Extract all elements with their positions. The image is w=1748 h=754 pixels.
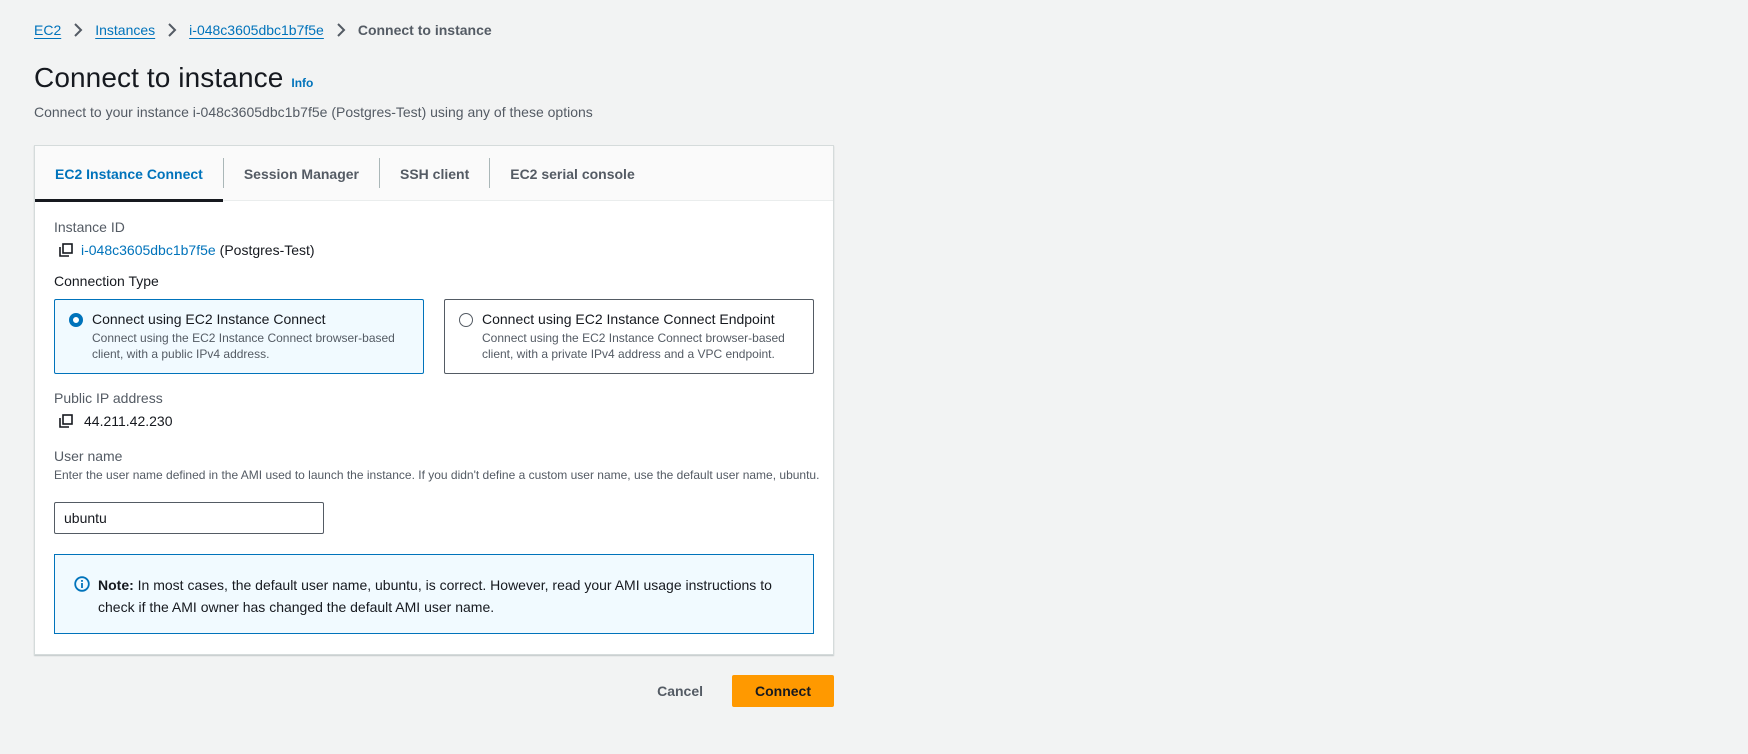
option-text: Connect using EC2 Instance Connect Endpo… — [482, 311, 785, 373]
connect-to-instance-page: EC2 Instances i-048c3605dbc1b7f5e Connec… — [0, 0, 1748, 754]
alert-text: Note: In most cases, the default user na… — [98, 574, 794, 633]
option-ec2-instance-connect-endpoint[interactable]: Connect using EC2 Instance Connect Endpo… — [444, 299, 814, 374]
public-ip-value: 44.211.42.230 — [84, 413, 173, 429]
radio-selected[interactable] — [69, 313, 83, 327]
info-link[interactable]: Info — [291, 76, 313, 90]
option-text: Connect using EC2 Instance Connect Conne… — [92, 311, 395, 373]
radio-unselected[interactable] — [459, 313, 473, 327]
option-title: Connect using EC2 Instance Connect — [92, 311, 326, 327]
public-ip-field: Public IP address 44.211.42.230 — [54, 390, 173, 429]
copy-icon[interactable] — [59, 242, 75, 258]
info-alert: Note: In most cases, the default user na… — [54, 554, 814, 634]
page-description: Connect to your instance i-048c3605dbc1b… — [34, 104, 593, 120]
connection-type-label: Connection Type — [54, 273, 159, 289]
username-input[interactable] — [54, 502, 324, 534]
tab-ssh-client[interactable]: SSH client — [380, 146, 489, 201]
info-icon — [74, 576, 90, 592]
chevron-right-icon — [155, 20, 189, 40]
option-description: Connect using the EC2 Instance Connect b… — [92, 330, 395, 362]
instance-id-label: Instance ID — [54, 219, 125, 235]
connection-type-options: Connect using EC2 Instance Connect Conne… — [54, 299, 814, 374]
chevron-right-icon — [61, 20, 95, 40]
copy-icon[interactable] — [59, 413, 75, 429]
instance-id-link[interactable]: i-048c3605dbc1b7f5e — [81, 242, 216, 258]
alert-message: In most cases, the default user name, ub… — [98, 577, 772, 615]
public-ip-row: 44.211.42.230 — [54, 413, 173, 429]
option-desc-line: Connect using the EC2 Instance Connect b… — [482, 331, 785, 345]
page-title: Connect to instance — [34, 62, 284, 93]
connection-tabs: EC2 Instance Connect Session Manager SSH… — [35, 146, 833, 202]
chevron-right-icon — [324, 20, 358, 40]
option-description: Connect using the EC2 Instance Connect b… — [482, 330, 785, 362]
public-ip-label: Public IP address — [54, 390, 163, 406]
option-desc-line: Connect using the EC2 Instance Connect b… — [92, 331, 395, 345]
breadcrumb-current: Connect to instance — [357, 22, 492, 38]
instance-id-field: Instance ID i-048c3605dbc1b7f5e (Postgre… — [54, 219, 315, 258]
breadcrumb: EC2 Instances i-048c3605dbc1b7f5e Connec… — [34, 20, 492, 40]
username-field: User name Enter the user name defined in… — [54, 448, 824, 483]
option-title: Connect using EC2 Instance Connect Endpo… — [482, 311, 775, 327]
option-ec2-instance-connect[interactable]: Connect using EC2 Instance Connect Conne… — [54, 299, 424, 374]
form-actions: Cancel Connect — [34, 675, 834, 707]
instance-name: (Postgres-Test) — [219, 242, 315, 258]
page-header: Connect to instance Info — [34, 62, 313, 94]
tab-ec2-serial-console[interactable]: EC2 serial console — [490, 146, 655, 201]
breadcrumb-ec2-link[interactable]: EC2 — [34, 22, 61, 38]
cancel-button[interactable]: Cancel — [637, 675, 723, 707]
tab-ec2-instance-connect[interactable]: EC2 Instance Connect — [35, 146, 223, 202]
breadcrumb-instances-link[interactable]: Instances — [95, 22, 155, 38]
connect-button[interactable]: Connect — [732, 675, 834, 707]
option-desc-line: client, with a private IPv4 address and … — [482, 347, 775, 361]
username-description: Enter the user name defined in the AMI u… — [54, 468, 820, 482]
username-label: User name — [54, 448, 123, 464]
option-desc-line: client, with a public IPv4 address. — [92, 347, 270, 361]
tab-session-manager[interactable]: Session Manager — [224, 146, 379, 201]
alert-bold: Note: — [98, 577, 134, 593]
connect-card: EC2 Instance Connect Session Manager SSH… — [34, 145, 834, 655]
breadcrumb-instance-id-link[interactable]: i-048c3605dbc1b7f5e — [189, 22, 324, 38]
instance-id-row: i-048c3605dbc1b7f5e (Postgres-Test) — [54, 242, 315, 258]
